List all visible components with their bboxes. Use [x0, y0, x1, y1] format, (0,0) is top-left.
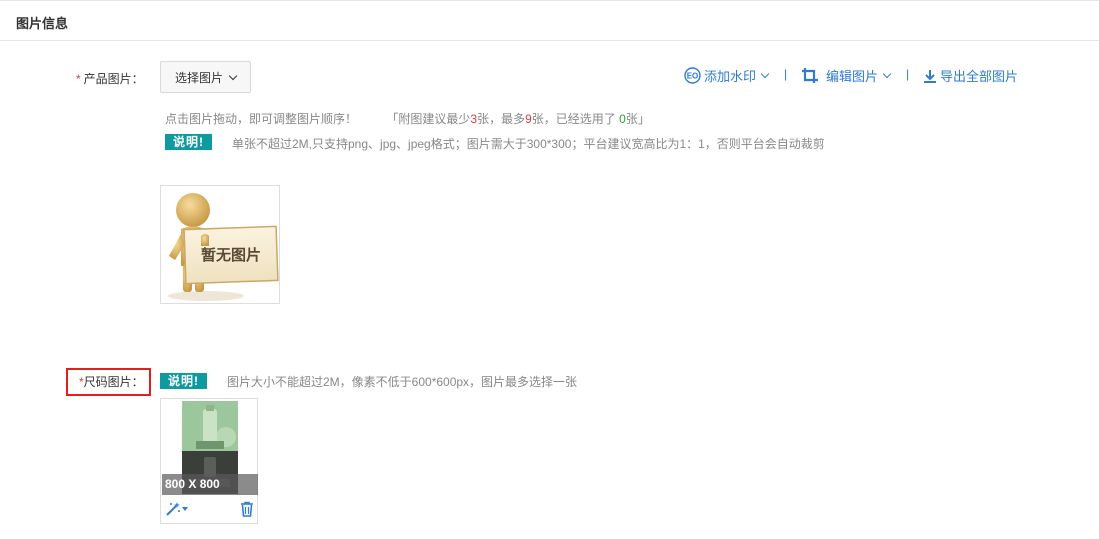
no-image-placeholder: 暂无图片: [160, 185, 280, 304]
placeholder-figure-icon: 暂无图片: [168, 193, 279, 301]
export-all-button[interactable]: 导出全部图片: [923, 66, 1018, 85]
add-watermark-button[interactable]: EO 添加水印: [684, 66, 770, 85]
chevron-down-icon: [882, 69, 892, 79]
image-requirements-note: 单张不超过2M,只支持png、jpg、jpeg格式；图片需大于300*300；平…: [232, 137, 825, 151]
info-badge: 说明!: [165, 134, 212, 150]
size-image-requirements-note: 图片大小不能超过2M，像素不低于600*600px，图片最多选择一张: [227, 375, 578, 389]
size-image-thumbnail-card[interactable]: 800 X 800: [160, 398, 258, 524]
image-order-hint: 点击图片拖动，即可调整图片顺序！ 「附图建议最少3张，最多9张，已经选用了 0张…: [165, 112, 650, 126]
placeholder-text: 暂无图片: [201, 246, 261, 264]
chevron-down-icon: [760, 69, 770, 79]
magic-wand-menu[interactable]: [165, 501, 189, 517]
watermark-icon: EO: [684, 67, 701, 84]
toolbar-separator: |: [906, 67, 910, 81]
download-icon: [924, 69, 936, 83]
info-badge: 说明!: [160, 373, 207, 389]
section-title: 图片信息: [16, 16, 69, 31]
trash-icon: [241, 501, 253, 517]
select-images-button[interactable]: 选择图片: [160, 61, 251, 93]
magic-wand-icon: [166, 502, 180, 516]
thumbnail-actions: [161, 499, 257, 521]
delete-image-button[interactable]: [240, 501, 254, 520]
section-header: 图片信息: [0, 0, 1099, 41]
svg-text:EO: EO: [687, 72, 699, 81]
caret-down-icon: [182, 507, 188, 511]
crop-icon: [802, 68, 818, 83]
chevron-down-icon: [228, 71, 238, 80]
toolbar-separator: |: [784, 67, 788, 81]
size-images-label: *尺码图片：: [79, 375, 144, 389]
thumbnail-size-caption: 800 X 800: [162, 474, 258, 495]
edit-image-button[interactable]: 编辑图片: [801, 66, 892, 85]
required-mark: *: [76, 72, 81, 86]
product-images-label: * 产品图片：: [76, 72, 144, 86]
